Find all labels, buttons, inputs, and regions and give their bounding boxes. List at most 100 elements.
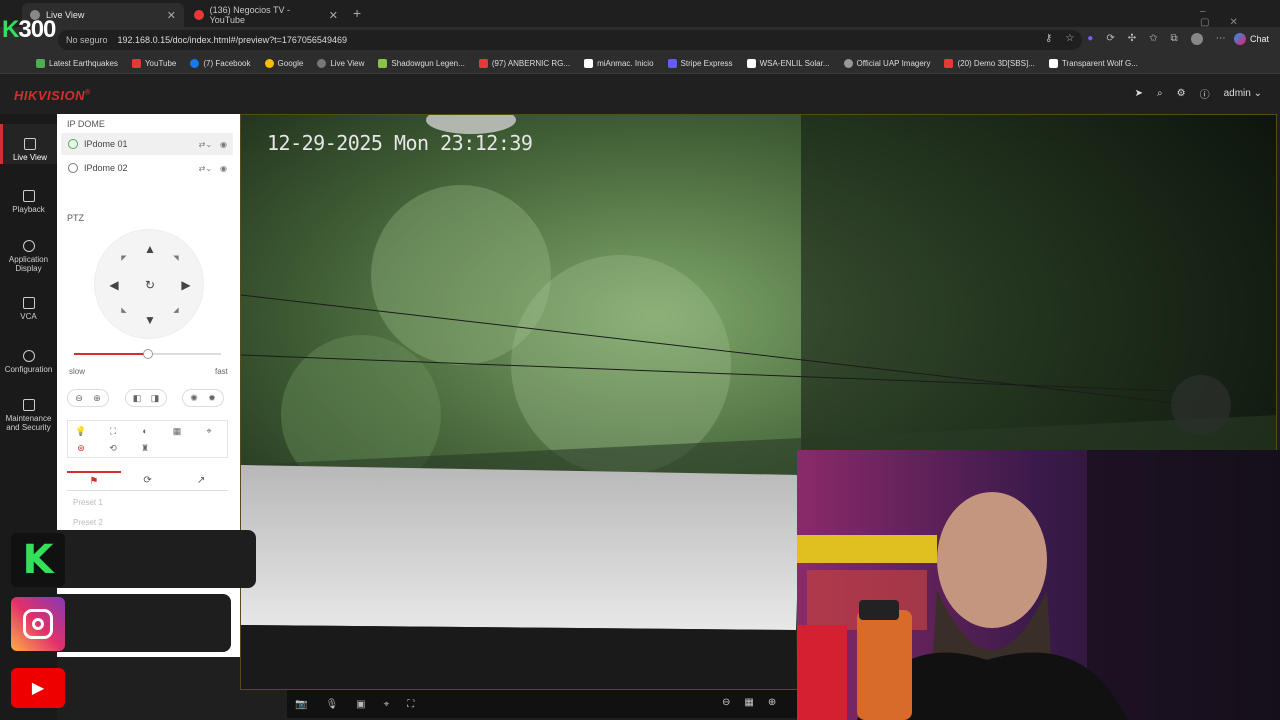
close-icon[interactable]: ✕ — [167, 9, 176, 22]
one-touch-icon[interactable]: ⟲ — [104, 440, 122, 456]
ptz-down-left-icon[interactable]: ◣ — [117, 304, 131, 318]
favorites-icon[interactable]: ✩ — [1149, 33, 1157, 45]
bookmark-item[interactable]: miAnmac. Inicio — [584, 58, 654, 68]
speed-slider[interactable] — [74, 349, 221, 359]
ptz-auto-icon[interactable]: ↻ — [143, 278, 157, 292]
collections-icon[interactable]: ⧉ — [1171, 33, 1178, 45]
bookmark-item[interactable]: Live View — [317, 58, 364, 68]
bookmark-item[interactable]: Latest Earthquakes — [36, 58, 118, 68]
bookmark-item[interactable]: Stripe Express — [667, 58, 733, 68]
menu-icon[interactable]: ⋯ — [1216, 33, 1226, 45]
window-controls[interactable]: –▢✕ — [1200, 6, 1280, 28]
digital-zoom-icon[interactable]: ⌖ — [384, 699, 390, 710]
tab-pattern-icon[interactable]: ↗ — [174, 471, 228, 490]
noaa-icon — [746, 58, 756, 68]
ptz-up-icon[interactable]: ▲ — [143, 242, 157, 256]
bookmark-item[interactable]: Shadowgun Legen... — [378, 58, 465, 68]
nav-application-display[interactable]: Application Display — [0, 240, 57, 273]
bookmark-item[interactable]: Official UAP Imagery — [843, 58, 930, 68]
ptz-right-icon[interactable]: ▶ — [179, 278, 193, 292]
bookmark-item[interactable]: WSA-ENLIL Solar... — [746, 58, 830, 68]
close-icon[interactable]: ✕ — [329, 9, 338, 22]
iris-close-icon[interactable]: ✺ — [185, 390, 203, 406]
nav-label: Maintenance and Security — [5, 414, 52, 432]
preset-item[interactable]: Preset 2 — [73, 518, 103, 527]
youtube-favicon-icon — [194, 10, 204, 20]
layout-icon[interactable]: ▦ — [744, 697, 753, 708]
extension-icon[interactable]: ● — [1087, 33, 1093, 45]
camera-name: IPdome 02 — [84, 163, 128, 173]
star-icon[interactable]: ☆ — [1065, 33, 1074, 45]
prev-icon[interactable]: ⊖ — [722, 697, 730, 708]
tab-preset-icon[interactable]: ⚑ — [67, 471, 121, 490]
help-icon[interactable]: ⓘ — [1200, 86, 1210, 101]
camera-item-2[interactable]: IPdome 02 ⇄⌄ ◉ — [61, 157, 233, 179]
playback-icon — [22, 190, 35, 202]
fullscreen-region-icon[interactable]: ⛶ — [407, 699, 414, 710]
key-icon[interactable]: ⚷ — [1045, 33, 1052, 45]
nav-label: Live View — [12, 153, 48, 162]
tracking-icon[interactable]: ⌖ — [200, 423, 218, 439]
bookmark-item[interactable]: (7) Facebook — [190, 58, 251, 68]
bookmark-label: (20) Demo 3D[SBS]... — [957, 58, 1035, 68]
bookmark-item[interactable]: (97) ANBERNIC RG... — [478, 58, 571, 68]
nav-vca[interactable]: VCA — [0, 297, 57, 321]
next-icon[interactable]: ⊕ — [768, 697, 776, 708]
new-tab-button[interactable]: + — [353, 5, 361, 21]
nav-maintenance[interactable]: Maintenance and Security — [0, 399, 57, 432]
camera-item-1[interactable]: IPdome 01 ⇄⌄ ◉ — [61, 133, 233, 155]
search-icon[interactable]: ⌕ — [1157, 88, 1163, 99]
tab-youtube[interactable]: (136) Negocios TV - YouTube ✕ — [186, 3, 346, 27]
nav-live-view[interactable]: Live View — [0, 124, 57, 164]
bookmark-item[interactable]: Google — [264, 58, 303, 68]
snapshot-icon[interactable]: 📷 — [295, 699, 307, 710]
speed-slider-knob[interactable] — [142, 349, 153, 359]
send-icon[interactable]: ➤ — [1135, 88, 1143, 99]
grid-icon[interactable]: ▦ — [168, 423, 186, 439]
bookmark-label: (97) ANBERNIC RG... — [491, 58, 571, 68]
ptz-down-icon[interactable]: ▼ — [143, 313, 157, 327]
focus-far-icon[interactable]: ◨ — [146, 390, 164, 406]
preset-item[interactable]: Preset 1 — [73, 498, 103, 507]
zoom-in-icon[interactable]: ⊕ — [88, 390, 106, 406]
chat-button[interactable]: Chat — [1234, 33, 1269, 45]
stream-icon[interactable]: ⇄⌄ — [199, 140, 212, 149]
ptz-up-right-icon[interactable]: ◥ — [169, 252, 183, 266]
bookmark-item[interactable]: YouTube — [131, 58, 176, 68]
ptz-up-left-icon[interactable]: ◤ — [117, 252, 131, 266]
youtube-icon[interactable]: ▶ — [11, 668, 65, 708]
nav-playback[interactable]: Playback — [0, 190, 57, 214]
nav-configuration[interactable]: Configuration — [0, 350, 57, 374]
url-box[interactable]: No seguro 192.168.0.15/doc/index.html#/p… — [58, 30, 1082, 50]
speed-slider-fill — [74, 353, 148, 355]
focus-near-icon[interactable]: ◧ — [128, 390, 146, 406]
ptz-left-icon[interactable]: ◀ — [107, 278, 121, 292]
avatar[interactable] — [1190, 33, 1203, 45]
record-icon[interactable]: ◉ — [220, 140, 227, 149]
maintenance-icon — [22, 399, 35, 411]
kick-icon[interactable]: K — [11, 533, 65, 587]
park-icon[interactable]: ♜ — [136, 440, 154, 456]
instagram-icon[interactable] — [11, 597, 65, 651]
bookmark-item[interactable]: Transparent Wolf G... — [1048, 58, 1138, 68]
record-icon[interactable]: ◉ — [220, 164, 227, 173]
tools-icon[interactable]: ⚙ — [1177, 88, 1186, 99]
puzzle-icon[interactable]: ✣ — [1128, 33, 1136, 45]
document-icon — [1048, 58, 1058, 68]
light-icon[interactable]: 💡 — [72, 423, 90, 439]
zoom-out-icon[interactable]: ⊖ — [70, 390, 88, 406]
ptz-down-right-icon[interactable]: ◢ — [169, 304, 183, 318]
tab-patrol-icon[interactable]: ⟳ — [121, 471, 175, 490]
camera-name: IPdome 01 — [84, 139, 128, 149]
audio-icon[interactable]: 🎙 — [325, 699, 338, 710]
record-clip-icon[interactable]: ▣ — [356, 699, 365, 710]
earthquake-icon — [36, 58, 45, 68]
stream-icon[interactable]: ⇄⌄ — [199, 164, 212, 173]
bookmark-item[interactable]: (20) Demo 3D[SBS]... — [944, 58, 1035, 68]
wiper-icon[interactable]: ◐ — [136, 423, 154, 439]
iris-open-icon[interactable]: ✹ — [203, 390, 221, 406]
refresh-extension-icon[interactable]: ⟳ — [1106, 33, 1114, 45]
3d-position-icon[interactable]: ⛶ — [104, 423, 122, 439]
user-menu[interactable]: admin ⌄ — [1224, 88, 1262, 99]
lens-init-icon[interactable]: ⊛ — [72, 440, 90, 456]
